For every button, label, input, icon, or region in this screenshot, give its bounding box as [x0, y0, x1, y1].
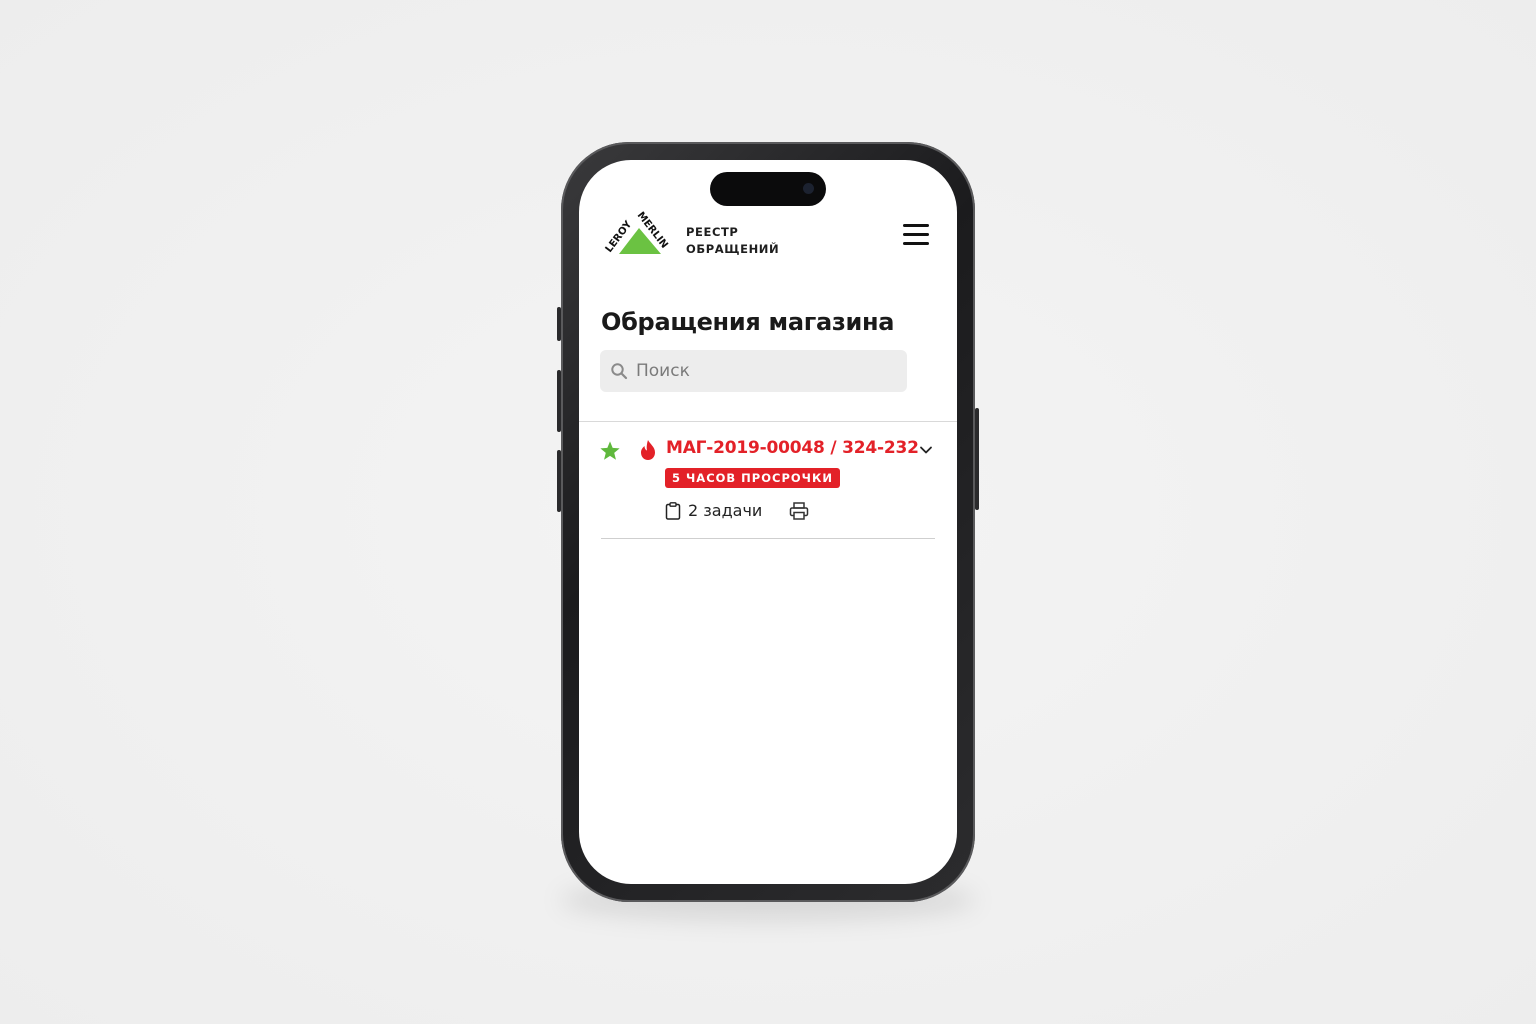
- hamburger-icon-bar-top: [903, 224, 929, 227]
- chevron-down-icon[interactable]: [918, 444, 934, 456]
- clipboard-icon: [665, 502, 681, 520]
- hamburger-menu-button[interactable]: [903, 224, 929, 246]
- search-icon: [611, 363, 628, 380]
- page-title: Обращения магазина: [601, 308, 895, 336]
- tasks-label: 2 задачи: [688, 501, 763, 520]
- front-camera: [803, 183, 814, 194]
- app-header: LEROY MERLIN РЕЕСТР ОБРАЩЕНИЙ: [579, 210, 957, 260]
- phone-action-button: [557, 307, 561, 341]
- app-title-line1: РЕЕСТР: [686, 225, 739, 239]
- list-item-divider: [601, 538, 935, 539]
- search-input[interactable]: [636, 350, 896, 392]
- star-icon[interactable]: [599, 440, 621, 462]
- ticket-id-link[interactable]: МАГ-2019-00048 / 324-232: [666, 438, 919, 458]
- mockup-stage: LEROY MERLIN РЕЕСТР ОБРАЩЕНИЙ Обращения …: [0, 0, 1536, 1024]
- phone-volume-up-button: [557, 370, 561, 432]
- search-bar[interactable]: [600, 350, 907, 392]
- ticket-list-item[interactable]: МАГ-2019-00048 / 324-232 5 ЧАСОВ ПРОСРОЧ…: [579, 422, 957, 540]
- phone-volume-down-button: [557, 450, 561, 512]
- app-title: РЕЕСТР ОБРАЩЕНИЙ: [686, 224, 779, 258]
- dynamic-island: [710, 172, 826, 206]
- app-title-line2: ОБРАЩЕНИЙ: [686, 242, 780, 256]
- printer-icon[interactable]: [789, 501, 809, 521]
- app-screen: LEROY MERLIN РЕЕСТР ОБРАЩЕНИЙ Обращения …: [579, 160, 957, 884]
- phone-power-button: [975, 408, 979, 510]
- leroy-merlin-logo[interactable]: LEROY MERLIN: [601, 210, 673, 256]
- fire-icon: [641, 440, 655, 460]
- phone-frame: LEROY MERLIN РЕЕСТР ОБРАЩЕНИЙ Обращения …: [557, 142, 979, 902]
- hamburger-icon-bar-bottom: [903, 242, 929, 245]
- overdue-badge: 5 ЧАСОВ ПРОСРОЧКИ: [665, 468, 840, 488]
- hamburger-icon-bar-middle: [903, 233, 929, 236]
